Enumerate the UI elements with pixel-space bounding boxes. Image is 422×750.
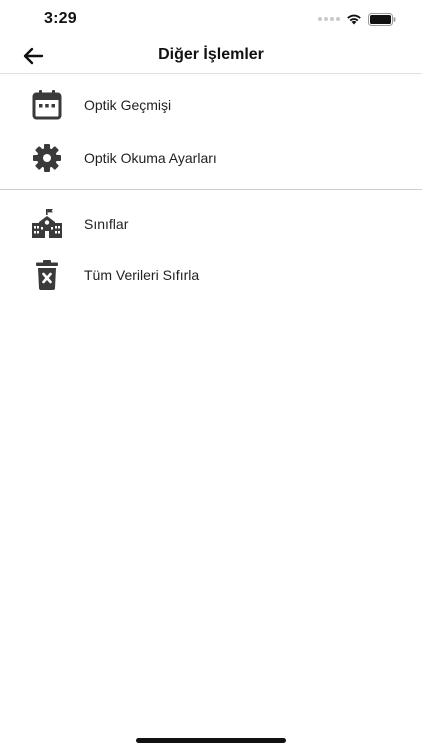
- menu-item-label: Sınıflar: [84, 216, 129, 232]
- cellular-signal-icon: [318, 17, 340, 21]
- menu-item-optik-okuma-ayarlari[interactable]: Optik Okuma Ayarları: [0, 134, 422, 182]
- status-bar: 3:29: [0, 0, 422, 40]
- wifi-icon: [347, 14, 361, 25]
- gear-icon: [30, 141, 64, 175]
- screen: 3:29 Diğer İşlemler Optik Geçmişi Optik …: [0, 0, 422, 750]
- section-divider: [0, 189, 422, 190]
- battery-icon: [368, 12, 396, 26]
- menu-item-siniflar[interactable]: Sınıflar: [0, 200, 422, 248]
- page-title: Diğer İşlemler: [158, 46, 264, 63]
- menu-item-label: Tüm Verileri Sıfırla: [84, 267, 200, 283]
- nav-bar: Diğer İşlemler: [0, 40, 422, 74]
- calendar-icon: [30, 88, 64, 122]
- status-indicators: [318, 12, 396, 26]
- trash-x-icon: [30, 258, 64, 292]
- status-time: 3:29: [44, 10, 77, 27]
- menu-item-optik-gecmisi[interactable]: Optik Geçmişi: [0, 81, 422, 129]
- school-icon: [30, 207, 64, 241]
- menu-item-tum-verileri-sifirla[interactable]: Tüm Verileri Sıfırla: [0, 251, 422, 299]
- menu-item-label: Optik Geçmişi: [84, 97, 172, 113]
- menu-item-label: Optik Okuma Ayarları: [84, 150, 217, 166]
- home-indicator[interactable]: [136, 738, 286, 743]
